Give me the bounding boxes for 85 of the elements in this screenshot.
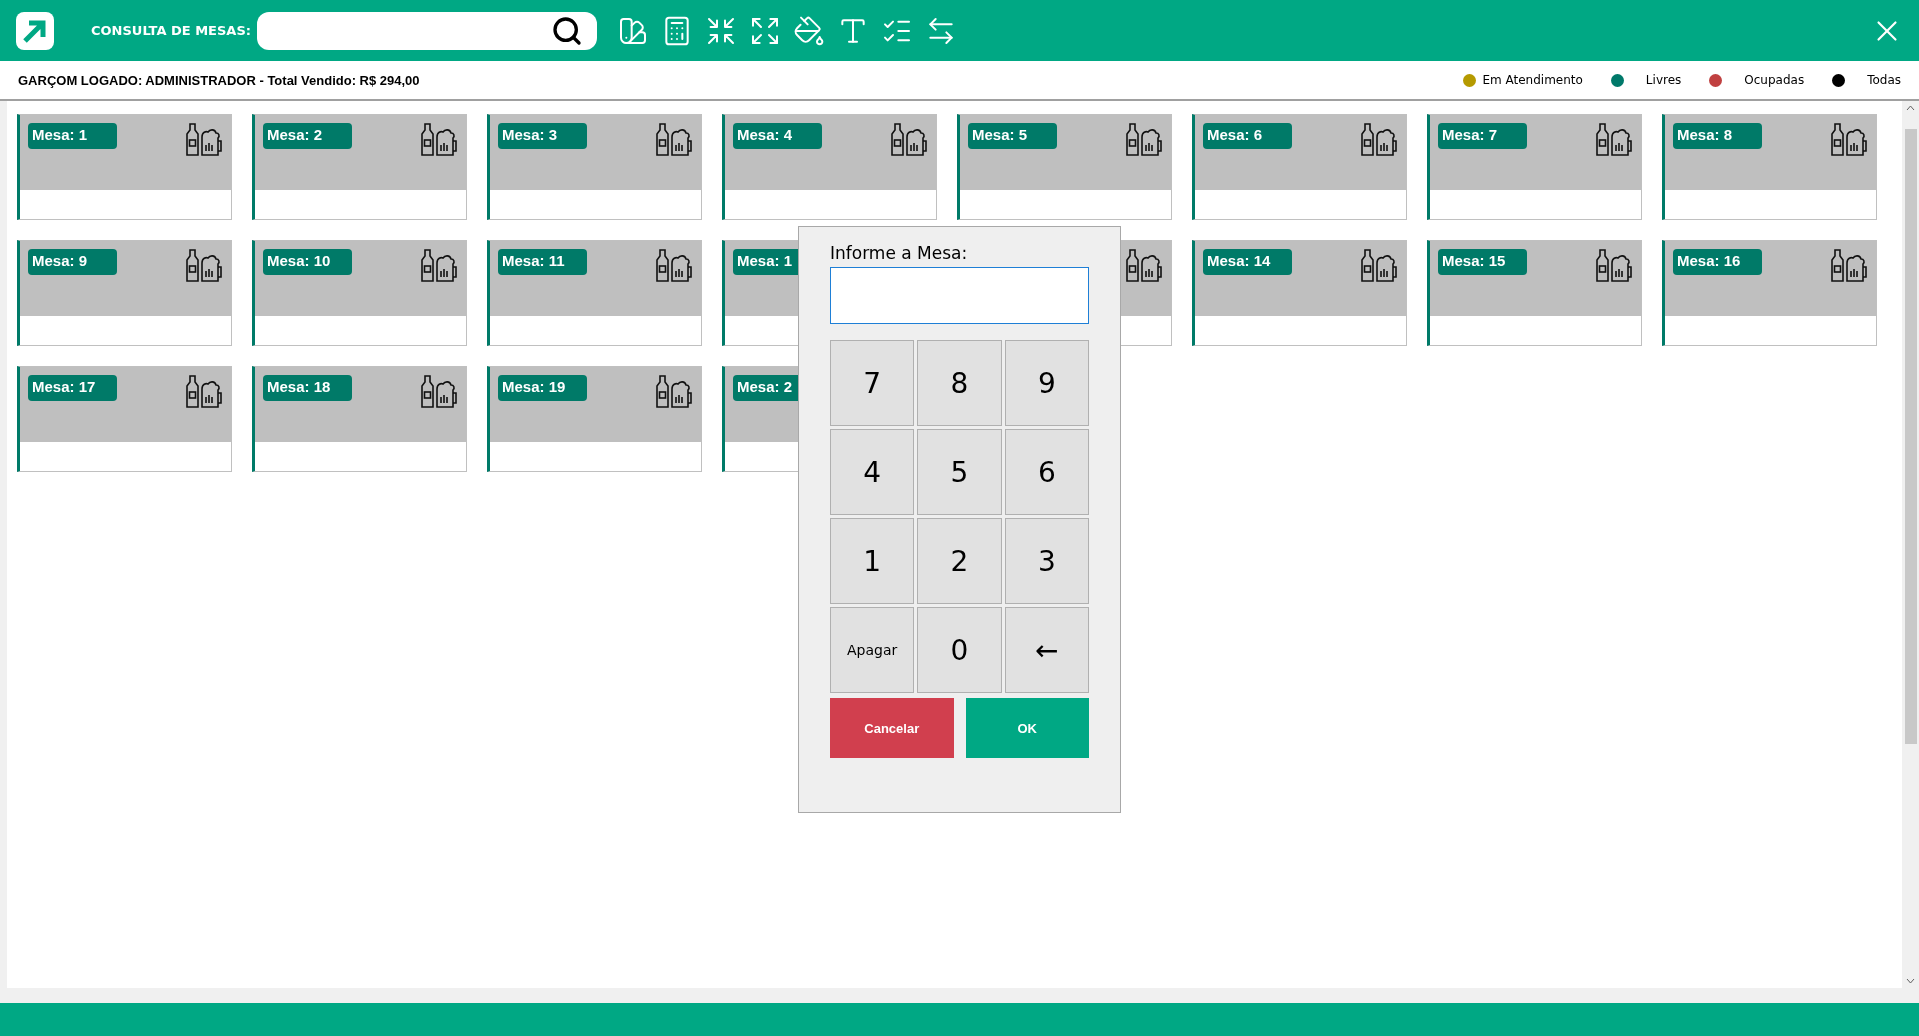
keypad-key[interactable]: ← <box>1004 607 1089 693</box>
legend-label[interactable]: Em Atendimento <box>1482 73 1583 87</box>
bottle-and-mug-icon <box>1830 249 1870 283</box>
table-label: Mesa: 1 <box>28 123 117 149</box>
bottle-and-mug-icon <box>1830 123 1870 157</box>
legend-dot[interactable] <box>1709 73 1723 87</box>
table-card[interactable]: Mesa: 4 <box>722 114 937 220</box>
bottle-and-mug-icon <box>420 375 460 409</box>
table-card[interactable]: Mesa: 18 <box>252 366 467 472</box>
table-card[interactable]: Mesa: 16 <box>1662 240 1877 346</box>
table-card[interactable]: Mesa: 14 <box>1192 240 1407 346</box>
bottle-and-mug-icon <box>1360 249 1400 283</box>
table-card[interactable]: Mesa: 3 <box>487 114 702 220</box>
bottle-and-mug-icon <box>1595 123 1635 157</box>
search-label: CONSULTA DE MESAS: <box>91 23 251 38</box>
table-card[interactable]: Mesa: 9 <box>17 240 232 346</box>
table-label: Mesa: 7 <box>1438 123 1527 149</box>
bottle-and-mug-icon <box>655 123 695 157</box>
table-label: Mesa: 3 <box>498 123 587 149</box>
legend-label[interactable]: Livres <box>1645 73 1682 87</box>
bottle-and-mug-icon <box>420 249 460 283</box>
table-label: Mesa: 10 <box>263 249 352 275</box>
table-card[interactable]: Mesa: 19 <box>487 366 702 472</box>
legend-dot[interactable] <box>1610 73 1624 87</box>
bottle-and-mug-icon <box>185 123 225 157</box>
table-card[interactable]: Mesa: 5 <box>957 114 1172 220</box>
table-number-input[interactable] <box>830 267 1089 324</box>
table-card[interactable]: Mesa: 17 <box>17 366 232 472</box>
bottle-and-mug-icon <box>420 123 460 157</box>
keypad-key[interactable]: Apagar <box>830 607 915 693</box>
logo-icon <box>15 10 55 51</box>
table-label: Mesa: 4 <box>733 123 822 149</box>
keypad-key[interactable]: 8 <box>917 340 1002 426</box>
table-label: Mesa: 19 <box>498 375 587 401</box>
legend-dot[interactable] <box>1463 73 1477 87</box>
table-label: Mesa: 6 <box>1203 123 1292 149</box>
bottle-and-mug-icon <box>1360 123 1400 157</box>
table-label: Mesa: 2 <box>263 123 352 149</box>
scroll-down-icon[interactable] <box>1906 978 1915 984</box>
keypad-key[interactable]: 4 <box>830 429 915 515</box>
table-label: Mesa: 14 <box>1203 249 1292 275</box>
legend-dot[interactable] <box>1832 73 1846 87</box>
keypad-key[interactable]: 0 <box>917 607 1002 693</box>
table-label: Mesa: 17 <box>28 375 117 401</box>
keypad-key[interactable]: 3 <box>1004 518 1089 604</box>
table-card[interactable]: Mesa: 15 <box>1427 240 1642 346</box>
table-label: Mesa: 5 <box>968 123 1057 149</box>
keypad-key[interactable]: 7 <box>830 340 915 426</box>
bottle-and-mug-icon <box>185 249 225 283</box>
legend-label[interactable]: Ocupadas <box>1744 73 1805 87</box>
table-label: Mesa: 18 <box>263 375 352 401</box>
table-card[interactable]: Mesa: 2 <box>252 114 467 220</box>
scroll-up-icon[interactable] <box>1906 105 1915 111</box>
ok-button[interactable]: OK <box>965 698 1089 758</box>
cancel-button[interactable]: Cancelar <box>830 698 954 758</box>
search-icon[interactable] <box>550 14 583 47</box>
table-label: Mesa: 11 <box>498 249 587 275</box>
keypad-key[interactable]: 6 <box>1004 429 1089 515</box>
table-label: Mesa: 9 <box>28 249 117 275</box>
table-card[interactable]: Mesa: 6 <box>1192 114 1407 220</box>
bottle-and-mug-icon <box>655 375 695 409</box>
table-card[interactable]: Mesa: 8 <box>1662 114 1877 220</box>
status-text: GARÇOM LOGADO: ADMINISTRADOR - Total Vendido: R$ 294,00 <box>18 72 420 88</box>
bottle-and-mug-icon <box>655 249 695 283</box>
bottle-and-mug-icon <box>185 375 225 409</box>
table-card[interactable]: Mesa: 7 <box>1427 114 1642 220</box>
dialog-title: Informe a Mesa: <box>830 243 969 263</box>
bottle-and-mug-icon <box>890 123 930 157</box>
bottle-and-mug-icon <box>1125 249 1165 283</box>
table-label: Mesa: 16 <box>1673 249 1762 275</box>
bottle-and-mug-icon <box>1595 249 1635 283</box>
keypad-key[interactable]: 2 <box>917 518 1002 604</box>
scrollbar[interactable] <box>1902 101 1919 988</box>
table-label: Mesa: 8 <box>1673 123 1762 149</box>
paint-bucket-button[interactable] <box>792 14 825 47</box>
keypad-key[interactable]: 9 <box>1004 340 1089 426</box>
table-card[interactable]: Mesa: 10 <box>252 240 467 346</box>
keypad-key[interactable]: 5 <box>917 429 1002 515</box>
table-card[interactable]: Mesa: 11 <box>487 240 702 346</box>
bottle-and-mug-icon <box>1125 123 1165 157</box>
table-card[interactable]: Mesa: 1 <box>17 114 232 220</box>
table-label: Mesa: 15 <box>1438 249 1527 275</box>
legend-label[interactable]: Todas <box>1867 73 1901 87</box>
search-field[interactable] <box>256 11 597 50</box>
keypad-key[interactable]: 1 <box>830 518 915 604</box>
